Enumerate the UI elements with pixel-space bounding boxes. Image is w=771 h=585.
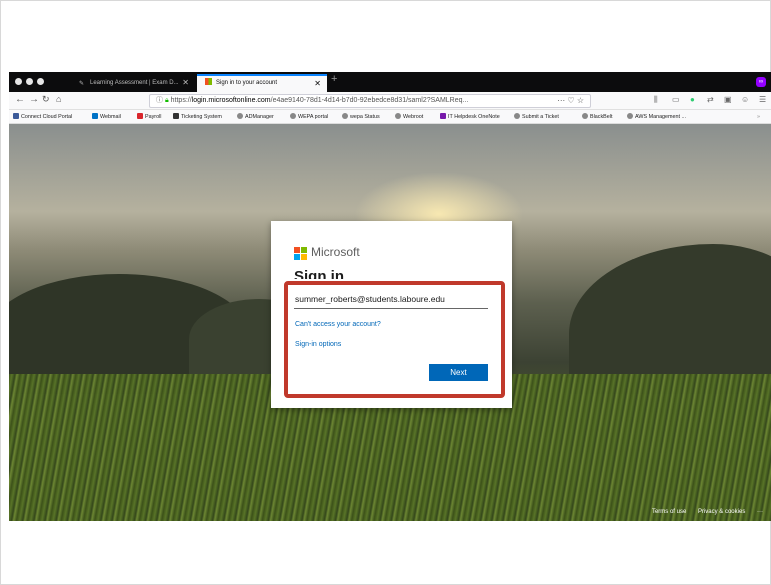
globe-icon [627,113,633,119]
privacy-cookies-link[interactable]: Privacy & cookies [698,509,745,515]
bookmark-webroot[interactable]: Webroot [395,110,424,123]
bookmark-it-helpdesk-onenote[interactable]: IT Helpdesk OneNote [440,110,500,123]
globe-icon [13,113,19,119]
bookmark-ticketing-system[interactable]: Ticketing System [173,110,222,123]
bookmarks-overflow-icon[interactable]: » [757,110,760,123]
tab-label: Sign in to your account [216,80,278,86]
screenshot-frame: ✎ Learning Assessment | Exam D... ✕ Sign … [0,0,771,585]
container-icon[interactable]: ▣ [724,95,732,104]
globe-icon [514,113,520,119]
bookmark-connect-cloud-portal[interactable]: Connect Cloud Portal [13,110,73,123]
bookmark-aws-management[interactable]: AWS Management ... [627,110,687,123]
maximize-window-button[interactable] [37,78,44,85]
bookmark-admanager[interactable]: ADManager [237,110,274,123]
globe-icon [582,113,588,119]
page-footer: Terms of use Privacy & cookies ··· [642,509,763,515]
bookmark-webmail[interactable]: Webmail [92,110,121,123]
minimize-window-button[interactable] [26,78,33,85]
info-icon[interactable]: ⓘ [156,97,163,104]
bookmark-label: Webroot [403,114,424,120]
globe-icon [342,113,348,119]
library-icon[interactable]: ⫼ [654,95,658,105]
bookmarks-bar: Connect Cloud Portal Webmail Payroll Tic… [9,110,771,124]
reload-icon[interactable]: ↻ [42,94,50,105]
url-protocol: https:// [170,97,192,104]
bookmark-label: Webmail [100,114,121,120]
bookmark-label: IT Helpdesk OneNote [448,114,500,120]
sync-icon[interactable]: ⇄ [707,95,714,104]
globe-icon [237,113,243,119]
page-title: Sign in [294,268,344,279]
page-actions-icons[interactable]: ··· ♡ ☆ [554,95,584,107]
bookmark-wepa-status[interactable]: wepa Status [342,110,380,123]
onenote-icon [440,113,446,119]
bookmark-label: AWS Management ... [635,114,687,120]
more-options-link[interactable]: ··· [757,509,763,515]
bookmark-label: BlackBelt [590,114,613,120]
bookmark-label: Connect Cloud Portal [21,114,73,120]
bookmark-payroll[interactable]: Payroll [137,110,162,123]
payroll-icon [137,113,143,119]
close-window-button[interactable] [15,78,22,85]
url-path: /e4ae9140-78d1-4d14-b7d0-92ebedce8d31/sa… [270,97,469,104]
mountain-right [569,244,771,394]
globe-icon [290,113,296,119]
bookmark-label: wepa Status [350,114,380,120]
terms-of-use-link[interactable]: Terms of use [652,509,686,515]
back-arrow-icon[interactable]: ← [15,94,25,105]
bookmark-wepa-portal[interactable]: WEPA portal [290,110,329,123]
extension-icon[interactable]: ● [690,95,695,104]
home-icon[interactable]: ⌂ [56,94,61,104]
nav-bar: ← → ↻ ⌂ ⓘ 🔒︎ https://login.microsoftonli… [9,92,771,110]
tab-learning-assessment[interactable]: ✎ Learning Assessment | Exam D... ✕ [71,74,195,92]
bookmark-label: ADManager [245,114,274,120]
microsoft-favicon-icon [205,78,212,85]
url-host: login.microsoftonline.com [191,97,271,104]
url-bar[interactable]: ⓘ 🔒︎ https://login.microsoftonline.com/e… [149,94,591,108]
ticket-icon [173,113,179,119]
globe-icon [395,113,401,119]
highlight-box [284,281,505,398]
brand-name: Microsoft [311,245,360,259]
close-icon[interactable]: ✕ [314,76,321,91]
menu-icon[interactable]: ☰ [759,95,766,104]
account-icon[interactable]: ☺ [741,95,749,104]
forward-arrow-icon[interactable]: → [29,94,39,105]
bookmark-label: Ticketing System [181,114,222,120]
bookmark-blackbelt[interactable]: BlackBelt [582,110,613,123]
bookmark-label: Submit a Ticket [522,114,559,120]
microsoft-logo-icon [294,247,307,260]
extension-badge[interactable]: ∞ [756,77,766,87]
new-tab-button[interactable]: + [331,73,337,85]
pencil-icon: ✎ [79,81,85,87]
sidebar-icon[interactable]: ▭ [672,95,680,104]
outlook-icon [92,113,98,119]
close-icon[interactable]: ✕ [182,74,189,92]
tab-strip: ✎ Learning Assessment | Exam D... ✕ Sign … [9,72,771,92]
tab-sign-in[interactable]: Sign in to your account ✕ [197,74,327,92]
bookmark-submit-a-ticket[interactable]: Submit a Ticket [514,110,559,123]
bookmark-label: WEPA portal [298,114,329,120]
bookmark-label: Payroll [145,114,162,120]
tab-label: Learning Assessment | Exam D... [90,80,179,86]
lock-icon: 🔒︎ [164,97,169,104]
